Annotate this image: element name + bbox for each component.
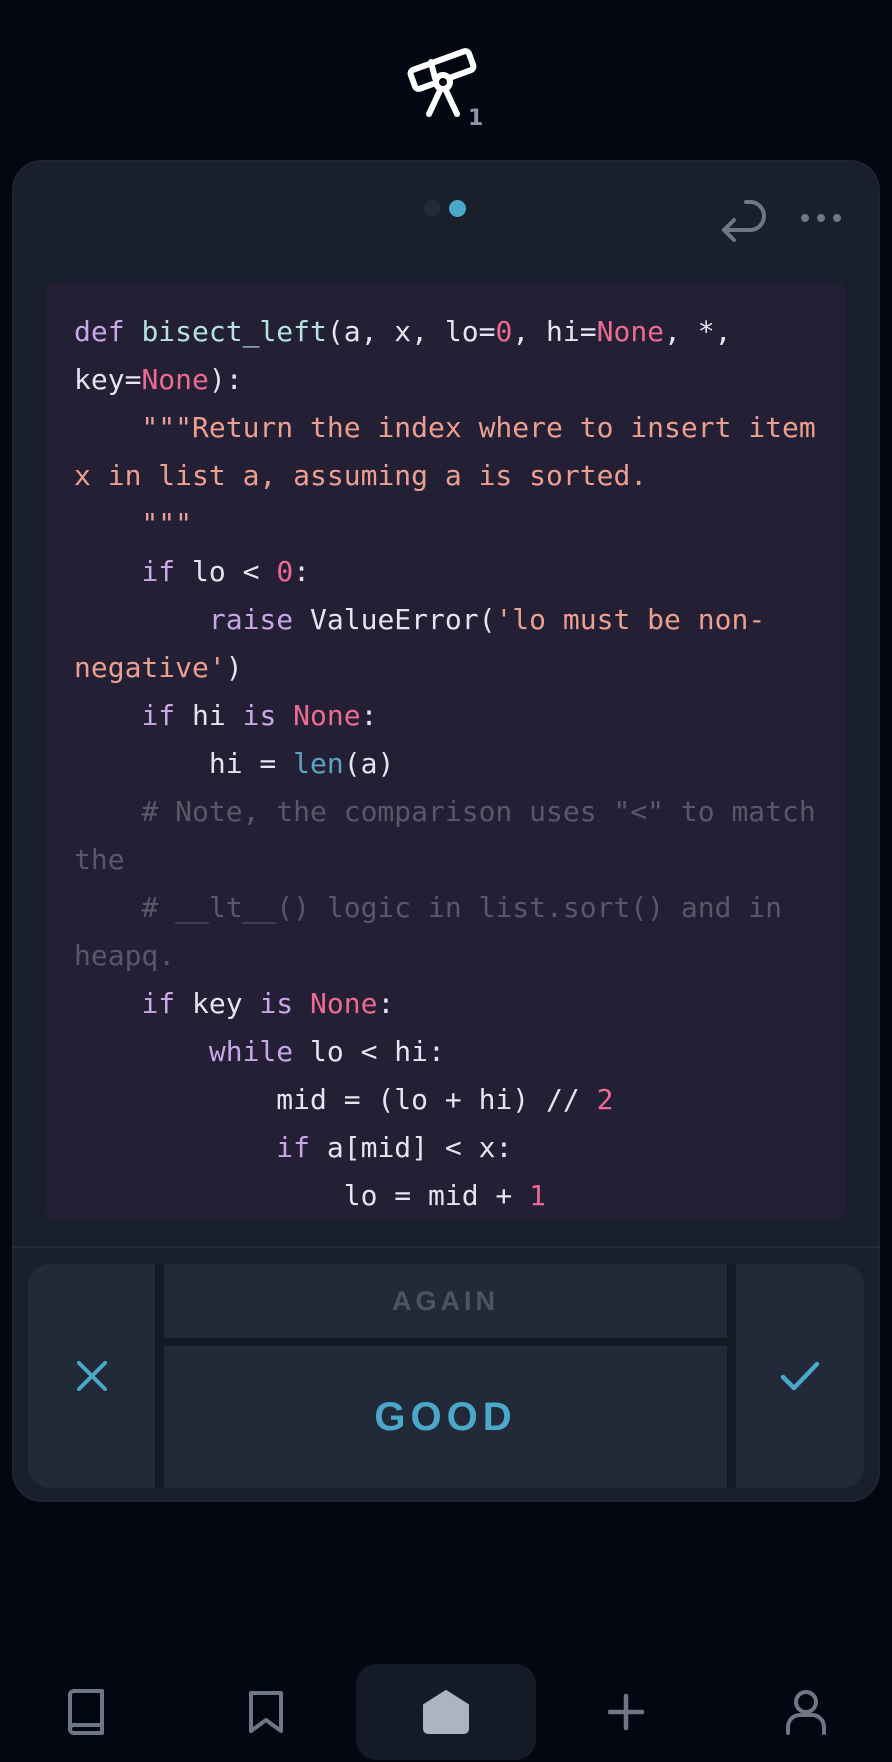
code-line: if lo < 0:	[141, 555, 311, 588]
streak-badge[interactable]: 1	[0, 0, 892, 150]
code-line: if key is None:	[141, 987, 395, 1020]
home-icon	[423, 1690, 469, 1734]
nav-library[interactable]	[36, 1664, 136, 1760]
bookmark-icon	[249, 1691, 283, 1733]
code-line: if a[mid] < x:	[276, 1131, 513, 1164]
plus-icon	[607, 1693, 645, 1731]
good-label: GOOD	[374, 1394, 517, 1439]
code-line: the	[74, 843, 125, 876]
code-line: """	[74, 507, 193, 540]
right-button[interactable]	[736, 1264, 864, 1488]
code-line: negative')	[74, 651, 243, 684]
wrong-button[interactable]	[28, 1264, 155, 1488]
code-line: def bisect_left(a, x, lo=0, hi=None, *,	[74, 315, 732, 348]
good-button[interactable]: GOOD	[164, 1346, 727, 1488]
code-line: """Return the index where to insert item	[74, 411, 816, 444]
card-divider	[12, 1246, 880, 1248]
nav-bookmarks[interactable]	[216, 1664, 316, 1760]
checkmark-icon	[780, 1361, 820, 1391]
code-snippet: def bisect_left(a, x, lo=0, hi=None, *, …	[46, 282, 846, 1220]
again-button[interactable]: AGAIN	[164, 1264, 727, 1338]
undo-arrow-icon[interactable]	[716, 192, 768, 244]
code-line: raise ValueError('lo must be non-	[208, 603, 766, 636]
code-line: if hi is None:	[141, 699, 378, 732]
bottom-nav	[0, 1650, 892, 1762]
user-icon	[786, 1690, 826, 1735]
pager-dot-1[interactable]	[424, 200, 441, 217]
close-x-icon	[76, 1361, 107, 1391]
code-line: heapq.	[74, 939, 176, 972]
code-line: # __lt__() logic in list.sort() and in	[74, 891, 783, 924]
nav-profile[interactable]	[756, 1664, 856, 1760]
code-line: hi = len(a)	[74, 747, 395, 780]
code-line: while lo < hi:	[208, 1035, 445, 1068]
book-icon	[68, 1689, 104, 1735]
code-line: lo = mid + 1	[74, 1179, 547, 1212]
streak-count: 1	[468, 106, 484, 131]
code-line: key=None):	[74, 363, 243, 396]
answer-buttons: AGAIN GOOD	[28, 1264, 864, 1488]
pager-dot-2[interactable]	[449, 200, 466, 217]
code-line: mid = (lo + hi) // 2	[74, 1083, 614, 1116]
nav-home[interactable]	[356, 1664, 536, 1760]
again-label: AGAIN	[392, 1285, 499, 1316]
code-line: x in list a, assuming a is sorted.	[74, 459, 648, 492]
nav-add[interactable]	[576, 1664, 676, 1760]
more-dots-icon[interactable]	[796, 196, 846, 240]
code-line: # Note, the comparison uses "<" to match	[74, 795, 816, 828]
